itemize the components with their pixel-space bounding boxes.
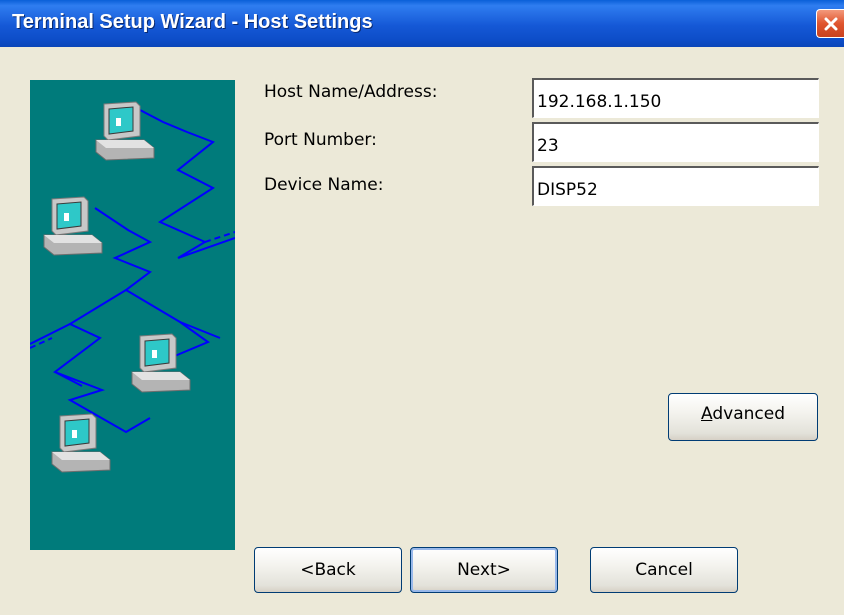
device-label: Device Name: [264,175,384,195]
advanced-label: dvanced [712,404,785,424]
advanced-accel: A [701,404,713,424]
window-title: Terminal Setup Wizard - Host Settings [12,11,373,33]
computer-icon [51,413,111,473]
computer-icon [95,101,155,161]
port-input[interactable] [532,122,819,162]
title-bar[interactable]: Terminal Setup Wizard - Host Settings [0,0,844,47]
close-button[interactable] [816,9,844,38]
network-illustration [30,80,235,550]
device-input[interactable] [532,166,819,206]
computer-icon [131,333,191,393]
host-input[interactable] [532,78,819,118]
port-label: Port Number: [264,130,377,150]
advanced-button[interactable]: Advanced [668,393,818,441]
wizard-window: Terminal Setup Wizard - Host Settings Ho… [0,0,844,615]
next-button[interactable]: Next> [410,547,558,593]
computer-icon [43,196,103,256]
back-button[interactable]: <Back [254,547,402,593]
close-icon [824,17,838,31]
cancel-button[interactable]: Cancel [590,547,738,593]
host-label: Host Name/Address: [264,82,438,102]
